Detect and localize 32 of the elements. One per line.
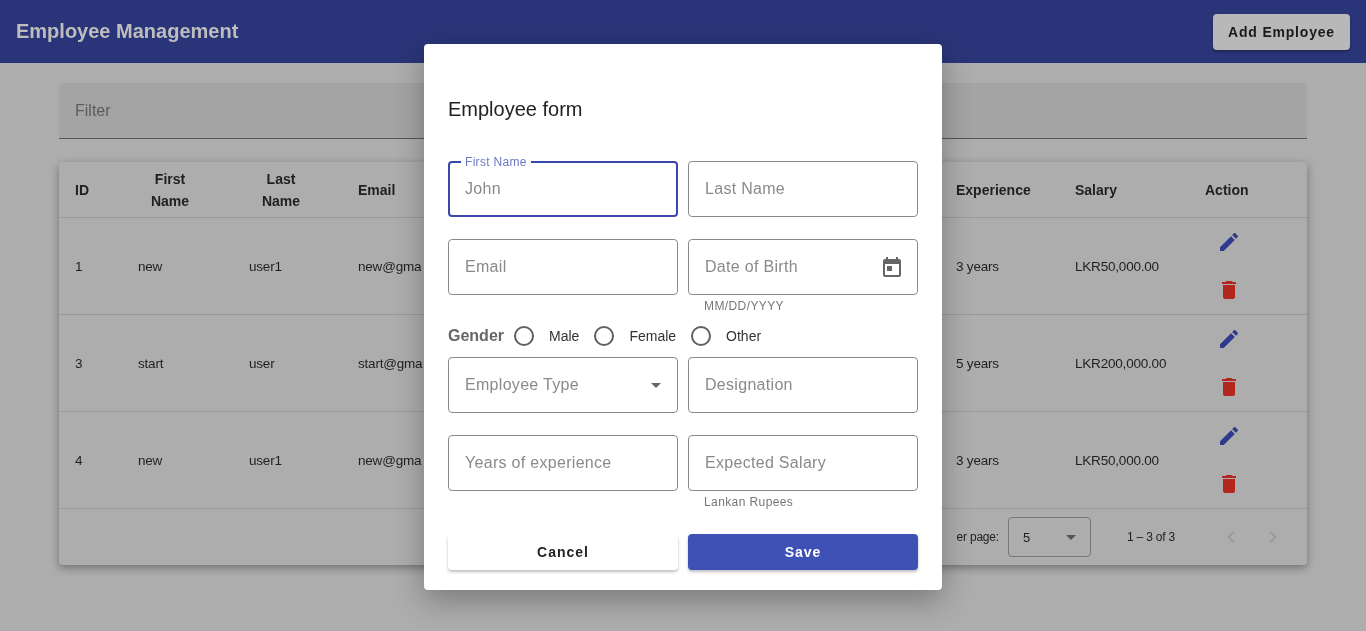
table-cell: user — [249, 355, 275, 371]
column-header: Action — [1205, 180, 1249, 200]
table-cell: start@gma — [358, 355, 423, 371]
table-cell: LKR200,000.00 — [1075, 355, 1167, 371]
field-hint: MM/DD/YYYY — [703, 298, 785, 313]
table-cell: LKR50,000.00 — [1075, 258, 1159, 274]
table-cell-text: 1 — [74, 258, 83, 274]
table-cell-text: 3 — [74, 355, 83, 371]
table-cell: 3 years — [956, 452, 999, 468]
column-header: Email — [358, 180, 396, 200]
table-cell: new@gma — [358, 452, 422, 468]
table-cell: new — [138, 452, 163, 468]
column-header: First Name — [150, 169, 190, 211]
table-cell: user1 — [249, 452, 282, 468]
column-header: Last Name — [261, 169, 301, 211]
column-header: Experience — [956, 180, 1031, 200]
gender-label: Gender — [448, 327, 504, 345]
page-range: 1 – 3 of 3 — [1126, 530, 1175, 544]
table-cell: start — [138, 355, 164, 371]
column-header: ID — [75, 180, 89, 200]
table-cell: LKR50,000.00 — [1075, 452, 1159, 468]
table-cell: 3 years — [956, 258, 999, 274]
table-cell: 5 years — [956, 355, 999, 371]
app-title: Employee Management — [16, 20, 239, 43]
dialog-title: Employee form — [448, 97, 584, 122]
items-per-page-label: er page: — [956, 530, 999, 544]
table-cell: new — [138, 258, 163, 274]
table-cell-text: 4 — [74, 452, 83, 468]
table-cell: new@gma — [358, 258, 422, 274]
table-cell: user1 — [249, 258, 282, 274]
field-hint: Lankan Rupees — [703, 494, 795, 509]
column-header: Salary — [1075, 180, 1118, 200]
